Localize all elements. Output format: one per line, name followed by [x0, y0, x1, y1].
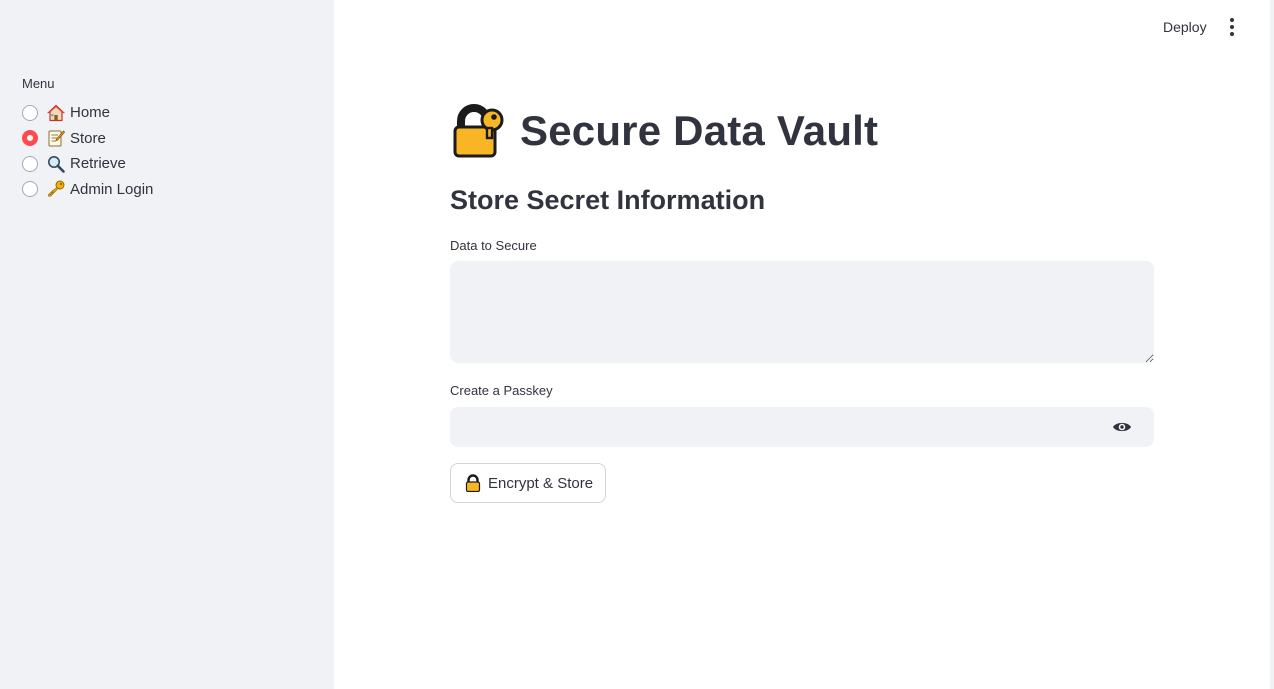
lock-icon [465, 474, 481, 492]
radio-button-home[interactable] [22, 104, 38, 121]
radio-item-store[interactable]: Store [22, 126, 153, 152]
vertical-ellipsis-icon[interactable] [1221, 14, 1243, 40]
radio-button-retrieve[interactable] [22, 155, 38, 172]
kebab-dot [1230, 18, 1234, 22]
locked-with-key-icon [453, 104, 504, 158]
kebab-dot [1230, 25, 1234, 29]
encrypt-store-button[interactable]: Encrypt & Store [450, 463, 607, 503]
radio-label-home: Home [70, 104, 111, 122]
sidebar: Menu Home Store Retrieve Admin Login [0, 0, 334, 689]
passkey-field-label: Create a Passkey [450, 383, 553, 398]
radio-item-retrieve[interactable]: Retrieve [22, 151, 153, 177]
memo-icon [48, 130, 65, 147]
eye-icon[interactable] [1112, 419, 1132, 435]
data-field-label: Data to Secure [450, 238, 537, 253]
radio-label-retrieve: Retrieve [70, 155, 126, 173]
section-subheader: Store Secret Information [450, 185, 766, 215]
radio-button-admin-login[interactable] [22, 181, 38, 198]
radio-item-admin-login[interactable]: Admin Login [22, 177, 153, 203]
page-title-row: Secure Data Vault [452, 104, 878, 158]
radio-label-store: Store [70, 129, 106, 147]
radio-item-home[interactable]: Home [22, 100, 153, 126]
key-icon [48, 180, 65, 197]
menu-label: Menu [22, 76, 55, 91]
passkey-input[interactable] [450, 407, 1100, 447]
radio-label-admin-login: Admin Login [70, 180, 154, 198]
menu-radio-group: Home Store Retrieve Admin Login [22, 100, 153, 202]
magnifying-glass-icon [48, 155, 65, 173]
deploy-button[interactable]: Deploy [1156, 14, 1214, 40]
data-to-secure-textarea[interactable] [450, 261, 1154, 363]
radio-button-store[interactable] [22, 130, 38, 147]
scrollbar-track[interactable] [1270, 0, 1274, 689]
app-root: Menu Home Store Retrieve Admin Login Dep… [0, 0, 1274, 689]
kebab-dot [1230, 32, 1234, 36]
passkey-field [450, 407, 1154, 447]
encrypt-store-label: Encrypt & Store [488, 474, 594, 492]
house-icon [47, 104, 65, 121]
page-title: Secure Data Vault [520, 107, 879, 154]
